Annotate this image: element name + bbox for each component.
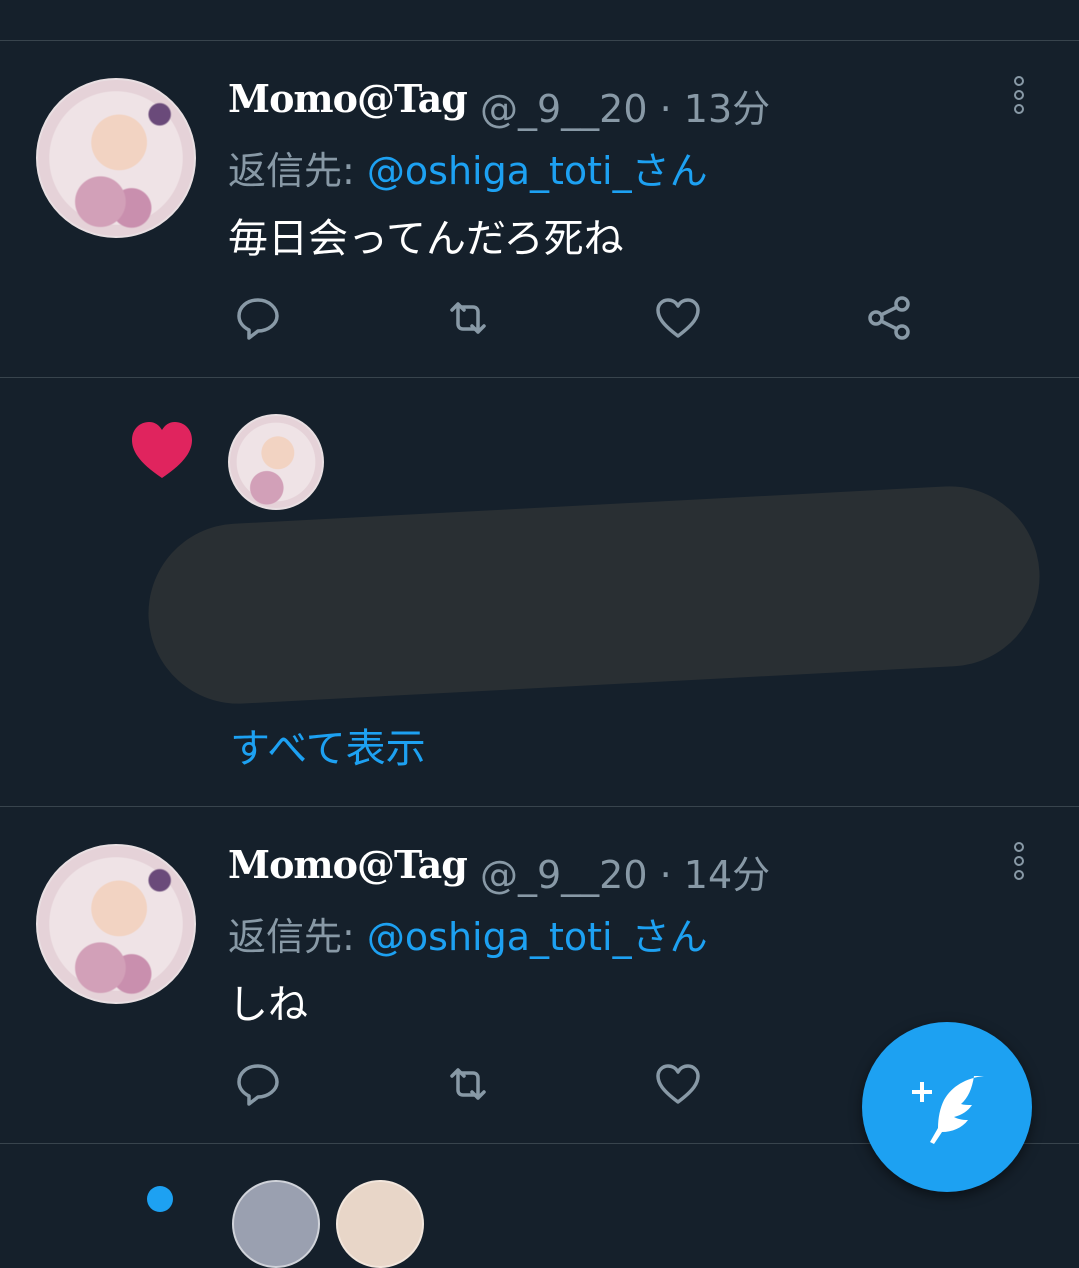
- display-name[interactable]: Momo@Tag: [228, 76, 468, 121]
- reply-icon: [237, 298, 279, 340]
- liked-heart-icon: [130, 420, 194, 480]
- more-icon[interactable]: [1008, 842, 1030, 888]
- liked-user-avatar[interactable]: [228, 414, 324, 510]
- reply-mention-link[interactable]: @oshiga_toti_さん: [367, 149, 708, 193]
- share-button[interactable]: [864, 292, 916, 344]
- tweet-text: しね: [228, 982, 308, 1028]
- like-button[interactable]: [652, 292, 704, 344]
- reply-prefix: 返信先:: [228, 915, 367, 959]
- top-divider: [0, 40, 1079, 41]
- avatar[interactable]: [36, 78, 196, 238]
- compose-button[interactable]: [862, 1022, 1032, 1192]
- reply-to: 返信先: @oshiga_toti_さん: [228, 906, 708, 961]
- handle-time: @_9__20 · 13分: [480, 87, 771, 131]
- retweet-button[interactable]: [442, 1058, 494, 1110]
- show-all-link[interactable]: すべて表示: [230, 716, 426, 774]
- display-name[interactable]: Momo@Tag: [228, 842, 468, 887]
- retweet-icon: [450, 1068, 486, 1100]
- avatar[interactable]: [232, 1180, 320, 1268]
- unread-dot: [147, 1186, 173, 1212]
- reply-to: 返信先: @oshiga_toti_さん: [228, 140, 708, 195]
- divider: [0, 806, 1079, 807]
- share-icon: [868, 296, 910, 340]
- reply-button[interactable]: [232, 1058, 284, 1110]
- reply-prefix: 返信先:: [228, 149, 367, 193]
- more-icon[interactable]: [1008, 76, 1030, 122]
- handle-time: @_9__20 · 14分: [480, 853, 771, 897]
- like-icon: [656, 1064, 700, 1104]
- reply-button[interactable]: [232, 292, 284, 344]
- redaction-overlay: [143, 481, 1045, 709]
- avatar[interactable]: [36, 844, 196, 1004]
- reply-icon: [237, 1064, 279, 1106]
- reply-mention-link[interactable]: @oshiga_toti_さん: [367, 915, 708, 959]
- retweet-button[interactable]: [442, 292, 494, 344]
- tweet-text: 毎日会ってんだろ死ね: [228, 216, 624, 262]
- compose-icon: [912, 1076, 984, 1144]
- retweet-icon: [450, 302, 486, 334]
- like-button[interactable]: [652, 1058, 704, 1110]
- avatar[interactable]: [336, 1180, 424, 1268]
- divider: [0, 377, 1079, 378]
- like-icon: [656, 298, 700, 338]
